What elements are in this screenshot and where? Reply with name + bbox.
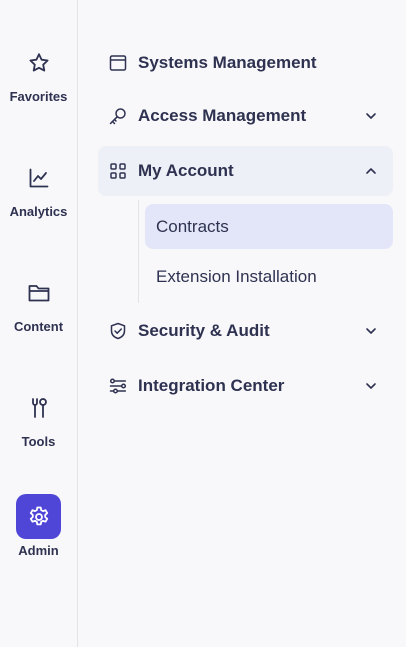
left-rail: Favorites Analytics Content Tools Admin — [0, 0, 78, 647]
rail-label-admin: Admin — [18, 543, 59, 558]
submenu-guide-line — [138, 200, 139, 303]
admin-navigation: Favorites Analytics Content Tools Admin — [0, 0, 406, 647]
nav-label-security-audit: Security & Audit — [138, 321, 270, 340]
nav-label-systems-management: Systems Management — [138, 53, 317, 72]
rail-item-content[interactable]: Content — [0, 270, 77, 350]
nav-label-my-account: My Account — [138, 161, 234, 180]
rail-label-favorites: Favorites — [9, 89, 68, 104]
rail-item-tools[interactable]: Tools — [0, 385, 77, 465]
chevron-down-icon[interactable] — [363, 378, 379, 394]
rail-item-favorites[interactable]: Favorites — [0, 40, 77, 120]
chevron-down-icon[interactable] — [363, 323, 379, 339]
key-icon — [108, 106, 128, 126]
chevron-down-icon[interactable] — [363, 108, 379, 124]
nav-label-integration-center: Integration Center — [138, 376, 285, 395]
subnav-item-extension-installation[interactable]: Extension Installation — [145, 254, 393, 299]
grid-icon — [108, 161, 128, 181]
rail-item-admin[interactable]: Admin — [0, 494, 77, 574]
admin-menu: Systems Management Access Management My … — [78, 0, 406, 647]
nav-item-integration-center[interactable]: Integration Center — [98, 361, 393, 411]
tools-icon — [16, 385, 61, 430]
rail-label-content: Content — [13, 319, 64, 334]
rail-label-tools: Tools — [21, 434, 56, 449]
sliders-icon — [108, 376, 128, 396]
subnav-item-contracts[interactable]: Contracts — [145, 204, 393, 249]
nav-item-systems-management[interactable]: Systems Management — [98, 38, 393, 88]
nav-label-access-management: Access Management — [138, 106, 307, 125]
rail-label-analytics: Analytics — [9, 204, 68, 219]
folder-icon — [16, 270, 61, 315]
nav-item-access-management[interactable]: Access Management — [98, 91, 393, 141]
nav-item-security-audit[interactable]: Security & Audit — [98, 306, 393, 356]
star-icon — [16, 40, 61, 85]
chevron-up-icon[interactable] — [363, 163, 379, 179]
shield-check-icon — [108, 321, 128, 341]
rail-item-analytics[interactable]: Analytics — [0, 155, 77, 235]
nav-item-my-account[interactable]: My Account — [98, 146, 393, 196]
gear-icon — [16, 494, 61, 539]
chart-icon — [16, 155, 61, 200]
window-icon — [108, 53, 128, 73]
